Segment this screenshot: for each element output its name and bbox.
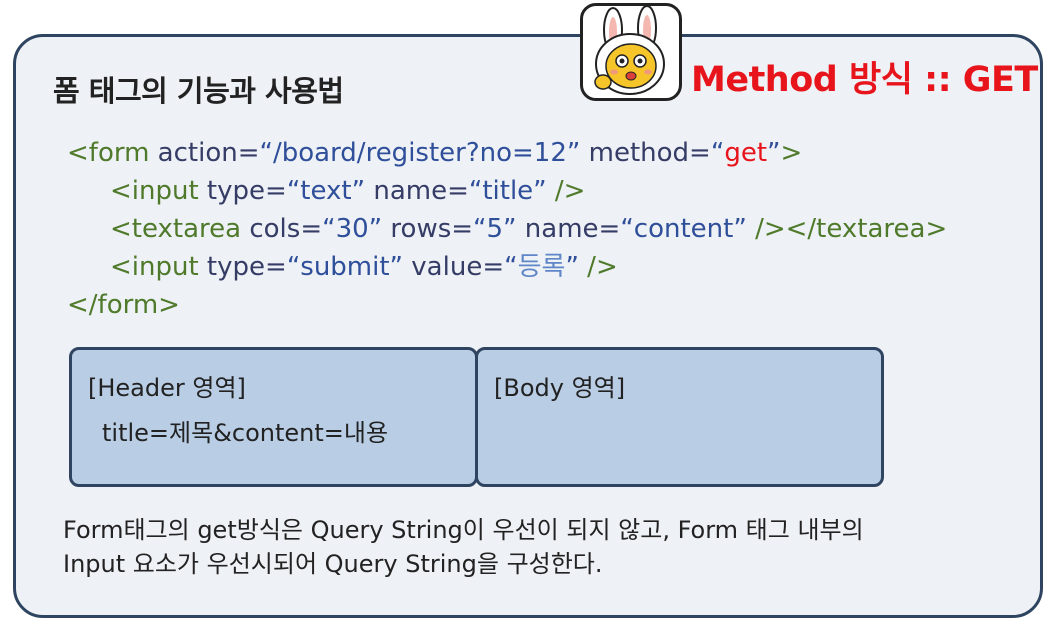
code-tag: <textarea — [110, 214, 242, 244]
mascot-icon — [580, 3, 682, 101]
body-area-title: [Body 영역] — [494, 374, 626, 402]
code-quote: ” — [767, 138, 781, 168]
code-attr: type= — [198, 176, 287, 206]
code-quote: “ — [504, 252, 518, 282]
code-value: “content” — [620, 214, 747, 244]
code-value: “submit” — [286, 252, 404, 282]
slide-title: 폼 태그의 기능과 사용법 — [53, 74, 344, 108]
code-attr: name= — [516, 214, 621, 244]
code-korean-value: 등록 — [517, 252, 566, 282]
header-area-title: [Header 영역] — [88, 374, 246, 402]
code-line-form-close: </form> — [67, 290, 180, 320]
code-value: “30” — [322, 214, 383, 244]
header-area-panel: [Header 영역] title=제목&content=내용 — [69, 347, 478, 487]
code-method-value: get — [724, 138, 768, 168]
code-tag: /> — [578, 252, 618, 282]
code-quote: ” — [565, 252, 579, 282]
code-attr: rows= — [382, 214, 474, 244]
code-line-textarea: <textarea cols=“30” rows=“5” name=“conte… — [67, 210, 947, 248]
explanation-note: Form태그의 get방식은 Query String이 우선이 되지 않고, … — [63, 513, 1023, 581]
code-attr: type= — [198, 252, 287, 282]
note-line-2: Input 요소가 우선시되어 Query String을 구성한다. — [63, 550, 603, 578]
code-value: “text” — [286, 176, 366, 206]
code-tag: <input — [110, 252, 199, 282]
code-value: “5” — [473, 214, 517, 244]
code-tag: > — [780, 138, 803, 168]
code-line-form-open: <form action=“/board/register?no=12” met… — [67, 134, 947, 172]
code-attr: name= — [365, 176, 469, 206]
code-attr: cols= — [241, 214, 323, 244]
note-line-1: Form태그의 get방식은 Query String이 우선이 되지 않고, … — [63, 516, 864, 544]
code-attr: action= — [149, 138, 260, 168]
code-line-input-submit: <input type=“submit” value=“등록” /> — [67, 248, 947, 286]
body-area-panel: [Body 영역] — [475, 347, 884, 487]
method-title: Method 방식 :: GET — [691, 60, 1038, 100]
code-block: <form action=“/board/register?no=12” met… — [67, 134, 947, 324]
code-value: “title” — [468, 176, 547, 206]
code-attr: value= — [403, 252, 505, 282]
code-line-input-text: <input type=“text” name=“title” /> — [67, 172, 947, 210]
header-area-content: title=제목&content=내용 — [102, 419, 389, 447]
code-tag: /></textarea> — [746, 214, 948, 244]
code-tag: <input — [110, 176, 199, 206]
code-attr: method= — [580, 138, 711, 168]
code-tag: /> — [546, 176, 586, 206]
code-value: “/board/register?no=12” — [259, 138, 581, 168]
code-quote: “ — [710, 138, 725, 168]
code-tag: <form — [67, 138, 150, 168]
